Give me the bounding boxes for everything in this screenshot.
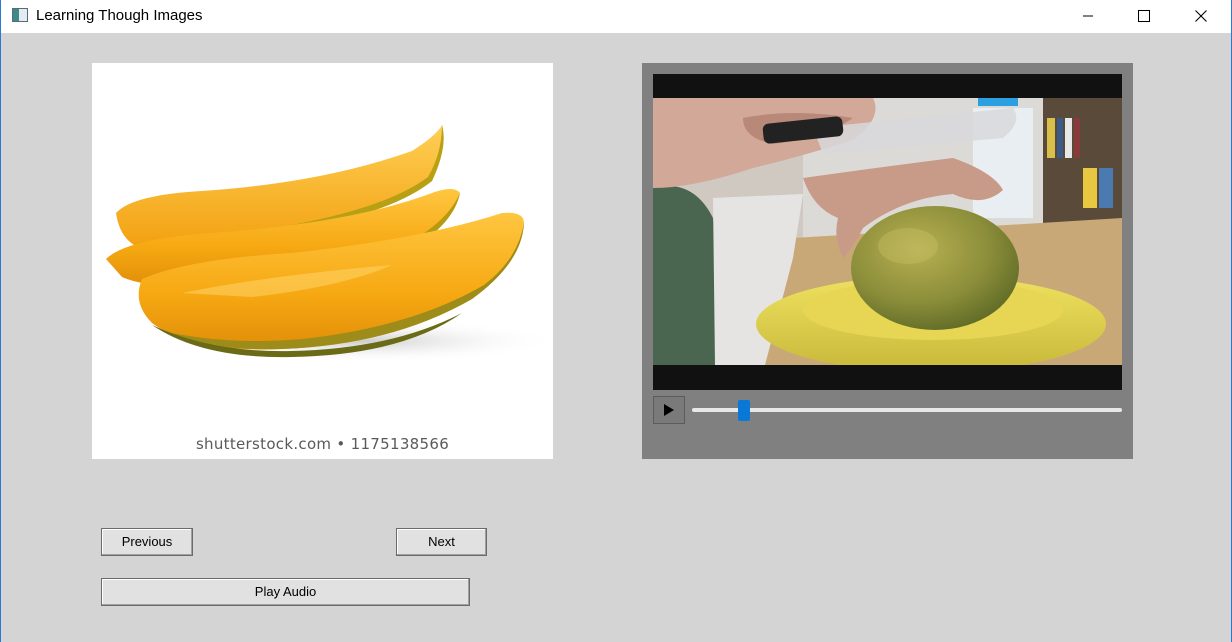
- seek-bar-track[interactable]: [692, 408, 1122, 412]
- play-button[interactable]: [653, 396, 685, 424]
- close-button[interactable]: [1178, 0, 1224, 32]
- play-audio-button[interactable]: Play Audio: [101, 578, 470, 606]
- window-title: Learning Though Images: [36, 7, 203, 24]
- mango-slices-picture: [106, 125, 553, 363]
- play-icon: [664, 404, 674, 416]
- minimize-button[interactable]: [1065, 0, 1111, 32]
- next-button[interactable]: Next: [396, 528, 487, 556]
- seek-bar-thumb[interactable]: [737, 400, 750, 421]
- maximize-icon: [1138, 10, 1150, 22]
- video-still: [653, 98, 1122, 365]
- video-player: [642, 63, 1133, 459]
- app-window-icon: [12, 8, 28, 22]
- mango-cutting-video-frame: [653, 98, 1122, 365]
- title-bar[interactable]: Learning Though Images: [1, 0, 1231, 33]
- image-watermark: shutterstock.com • 1175138566: [195, 435, 450, 453]
- minimize-icon: [1083, 15, 1093, 17]
- video-frame[interactable]: [653, 74, 1122, 390]
- mango-image: shutterstock.com • 1175138566: [92, 63, 553, 459]
- previous-button[interactable]: Previous: [101, 528, 193, 556]
- maximize-button[interactable]: [1121, 0, 1167, 32]
- app-window: Learning Though Images shutterstock.com …: [0, 0, 1232, 642]
- close-icon: [1195, 10, 1207, 22]
